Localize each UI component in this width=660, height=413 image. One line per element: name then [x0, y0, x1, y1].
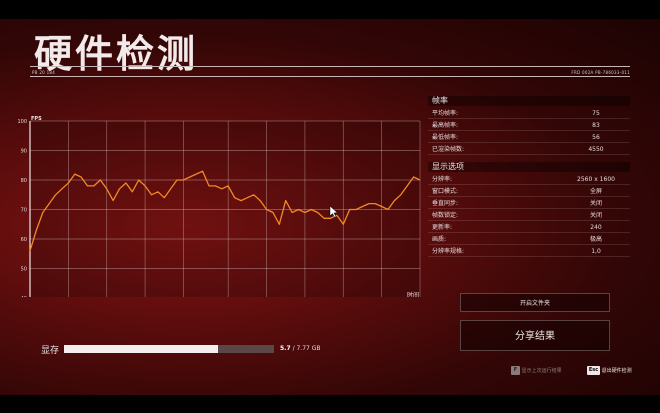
option-label: 画质:	[432, 236, 447, 243]
stat-row-frames: 已渲染帧数: 4550	[428, 144, 630, 155]
stat-label: 最高帧率:	[432, 122, 459, 129]
option-label: 帧数锁定:	[432, 212, 459, 219]
open-folder-button[interactable]: 开启文件夹	[460, 293, 610, 312]
option-label: 分辨率:	[432, 176, 453, 183]
y-tick-label: 70	[21, 208, 27, 214]
x-axis-label: 时间	[407, 291, 419, 297]
option-value: 关闭	[589, 212, 602, 219]
display-options-header: 显示选项	[428, 162, 630, 172]
stat-value: 56	[592, 134, 600, 141]
y-tick-label: 40	[21, 296, 27, 297]
show-last-run-label: 显示上次运行结果	[521, 368, 562, 374]
y-tick-label: 80	[21, 178, 27, 184]
key-f-icon: F	[511, 366, 520, 375]
display-row-resolution-scale: 分辨率规格: 1,0	[428, 246, 630, 257]
y-tick-label: 90	[21, 149, 27, 155]
display-row-window-mode: 窗口模式: 全屏	[428, 186, 630, 197]
show-last-run-hint[interactable]: F 显示上次运行结果	[511, 366, 562, 377]
fps-chart: 4050607080901000s6s12s18s24s31s37s43s49s…	[17, 116, 421, 297]
header-right-code: FRD 002A PB-786033-011	[571, 70, 630, 75]
header-divider-bottom	[30, 76, 630, 77]
option-value: 2560 x 1600	[577, 176, 615, 183]
display-row-vsync: 垂直同步: 关闭	[428, 198, 630, 209]
stat-value: 4550	[588, 146, 604, 153]
exit-benchmark-label: 退出硬件检测	[601, 368, 632, 374]
stat-row-min: 最低帧率: 56	[428, 132, 630, 143]
option-value: 240	[590, 224, 602, 231]
vram-bar-fill	[64, 345, 219, 353]
stat-label: 平均帧率:	[432, 110, 459, 117]
page-title: 硬件检测	[34, 32, 199, 76]
header-divider-top	[30, 66, 630, 67]
stat-label: 已渲染帧数:	[432, 146, 465, 153]
option-label: 分辨率规格:	[432, 248, 465, 255]
share-results-button[interactable]: 分享结果	[460, 320, 610, 351]
display-row-refresh-rate: 更新率: 240	[428, 222, 630, 233]
y-axis-label: FPS	[31, 116, 42, 122]
benchmark-screen: 硬件检测 PB 20 184 FRD 002A PB-786033-011 40…	[0, 19, 660, 395]
stat-row-avg: 平均帧率: 75	[428, 108, 630, 119]
stat-row-max: 最高帧率: 83	[428, 120, 630, 131]
vram-used: 5.7	[280, 345, 291, 352]
display-row-frame-lock: 帧数锁定: 关闭	[428, 210, 630, 221]
option-value: 1,0	[591, 248, 601, 255]
vram-bar	[64, 345, 274, 353]
vram-label: 显存	[41, 346, 60, 356]
vram-usage: 5.7 / 7.77 GB	[280, 345, 321, 352]
y-tick-label: 50	[21, 267, 27, 273]
exit-benchmark-hint[interactable]: Esc 退出硬件检测	[587, 366, 632, 377]
option-label: 更新率:	[432, 224, 453, 231]
option-value: 全屏	[589, 188, 602, 195]
y-tick-label: 60	[21, 237, 27, 243]
display-row-resolution: 分辨率: 2560 x 1600	[428, 174, 630, 185]
option-label: 窗口模式:	[432, 188, 459, 195]
frame-rate-header: 帧率	[428, 96, 630, 106]
plot-background	[30, 121, 420, 297]
option-label: 垂直同步:	[432, 200, 459, 207]
vram-total: / 7.77 GB	[292, 345, 321, 352]
stat-value: 75	[592, 110, 600, 117]
option-value: 关闭	[589, 200, 602, 207]
stat-value: 83	[592, 122, 600, 129]
option-value: 极高	[589, 236, 602, 243]
y-tick-label: 100	[17, 119, 27, 125]
key-esc-icon: Esc	[587, 366, 600, 375]
display-row-quality: 画质: 极高	[428, 234, 630, 245]
stat-label: 最低帧率:	[432, 134, 459, 141]
header-left-code: PB 20 184	[32, 70, 56, 75]
